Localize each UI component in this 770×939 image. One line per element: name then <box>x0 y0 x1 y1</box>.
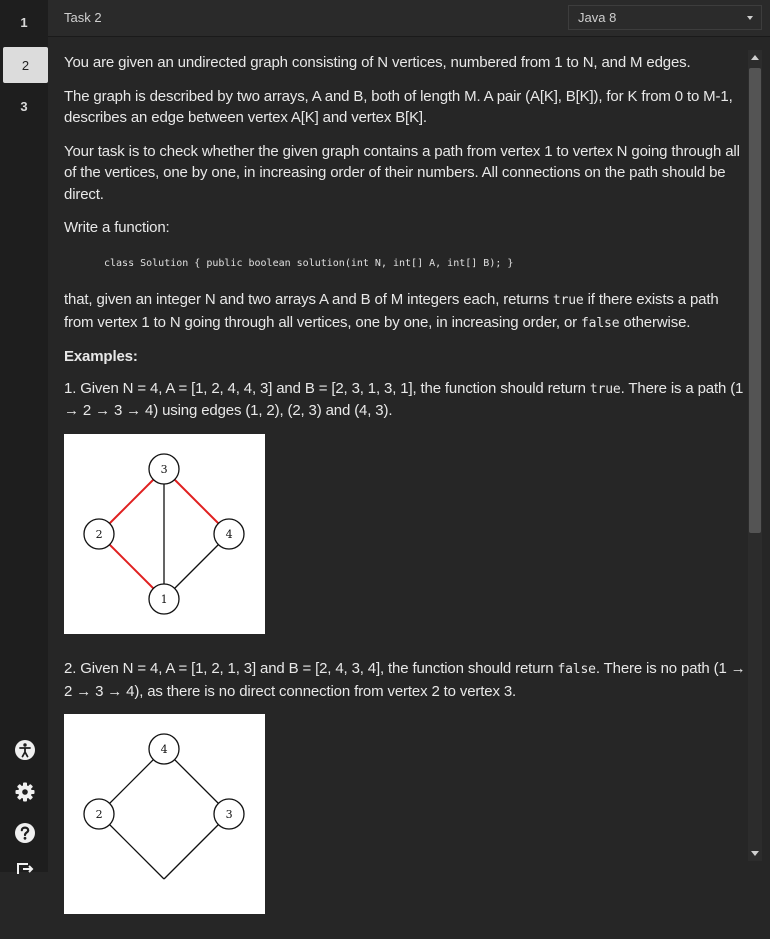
example-1-text: 1. Given N = 4, A = [1, 2, 4, 4, 3] and … <box>64 379 590 397</box>
task-2-link[interactable]: 2 <box>3 47 48 83</box>
task-title: Task 2 <box>64 10 102 25</box>
task-1-link[interactable]: 1 <box>0 4 48 40</box>
return-text-1: that, given an integer N and two arrays … <box>64 291 553 308</box>
vertex-1-label: 1 <box>161 593 168 606</box>
true-literal: true <box>552 293 584 308</box>
task-sidebar: 1 2 3 <box>0 0 48 874</box>
function-signature: class Solution { public boolean solution… <box>104 257 514 269</box>
scroll-up-arrow[interactable] <box>751 55 759 60</box>
exit-icon[interactable] <box>14 860 36 882</box>
example-1-graph: 3 2 4 1 <box>64 433 265 634</box>
vertex-4: 4 <box>148 733 180 765</box>
return-text-3: otherwise. <box>619 313 691 331</box>
gear-icon[interactable] <box>14 781 36 803</box>
task-3-label: 3 <box>20 98 28 114</box>
vertex-2: 2 <box>83 517 115 550</box>
language-value: Java 8 <box>578 10 617 25</box>
chevron-down-icon <box>747 16 753 20</box>
task-header: Task 2 Java 8 <box>48 0 770 37</box>
intro-paragraph: You are given an undirected graph consis… <box>64 54 691 71</box>
vertex-2: 2 <box>83 798 115 830</box>
vertex-4-label: 4 <box>226 528 233 541</box>
vertex-2-label: 2 <box>96 808 103 821</box>
function-prompt: Write a function: <box>64 219 170 236</box>
graph-description-paragraph: The graph is described by two arrays, A … <box>64 87 733 127</box>
false-literal: false <box>581 315 620 331</box>
return-description: that, given an integer N and two arrays … <box>64 289 748 334</box>
vertex-4: 4 <box>213 517 245 550</box>
example-2-text: 2. Given N = 4, A = [1, 2, 1, 3] and B =… <box>64 660 558 677</box>
scroll-down-arrow[interactable] <box>751 851 759 856</box>
example-1-return: true <box>589 381 621 397</box>
vertex-4-label: 4 <box>161 743 168 756</box>
example-1: 1. Given N = 4, A = [1, 2, 4, 4, 3] and … <box>64 378 748 422</box>
help-icon[interactable] <box>14 822 36 844</box>
examples-heading: Examples: <box>64 348 138 365</box>
vertex-3: 3 <box>213 798 245 830</box>
vertex-2-label: 2 <box>96 528 103 541</box>
vertex-3-label: 3 <box>161 463 168 476</box>
example-2-graph: 4 2 3 <box>64 714 265 914</box>
description-scrollbar[interactable] <box>748 50 762 861</box>
example-2: 2. Given N = 4, A = [1, 2, 1, 3] and B =… <box>64 658 748 702</box>
vertex-1: 1 <box>148 582 180 615</box>
vertex-3: 3 <box>148 452 180 485</box>
vertex-3-label: 3 <box>226 808 233 821</box>
task-description: You are given an undirected graph consis… <box>64 52 748 939</box>
task-paragraph: Your task is to check whether the given … <box>64 142 740 203</box>
task-1-label: 1 <box>20 14 28 30</box>
example-2-return: false <box>557 662 596 677</box>
language-select[interactable]: Java 8 <box>568 5 762 30</box>
task-2-label: 2 <box>21 57 30 73</box>
scroll-thumb[interactable] <box>749 68 761 533</box>
accessibility-icon[interactable] <box>14 739 36 761</box>
task-3-link[interactable]: 3 <box>0 88 48 124</box>
